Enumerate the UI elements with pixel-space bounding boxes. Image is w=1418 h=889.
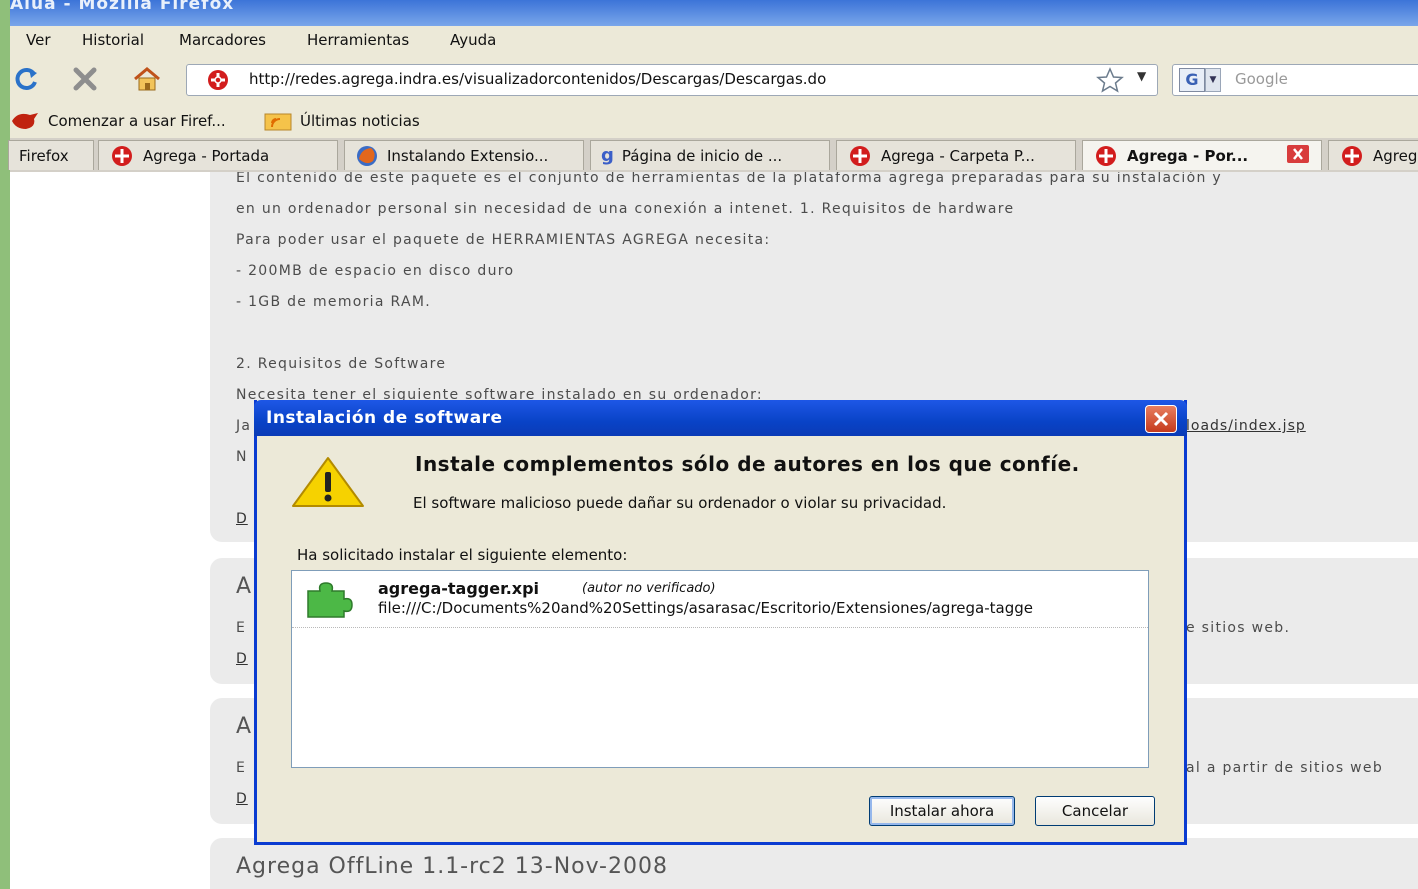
dialog-warning-text: El software malicioso puede dañar su ord… bbox=[413, 494, 947, 512]
url-text: http://redes.agrega.indra.es/visualizado… bbox=[249, 70, 827, 88]
paragraph-line: - 1GB de memoria RAM. bbox=[236, 294, 431, 310]
menu-herramientas[interactable]: Herramientas bbox=[307, 31, 409, 49]
tab-agrega-more[interactable]: Agreg bbox=[1328, 140, 1418, 170]
tab-pagina-inicio[interactable]: g Página de inicio de ... bbox=[590, 140, 830, 170]
tab-instalando-extensiones[interactable]: Instalando Extensio... bbox=[344, 140, 584, 170]
agrega-icon bbox=[850, 145, 870, 166]
bookmark-latest-news[interactable]: Últimas noticias bbox=[264, 111, 420, 131]
window-titlebar: Alua - Mozilla Firefox bbox=[10, 0, 1418, 26]
extension-path: file:///C:/Documents%20and%20Settings/as… bbox=[378, 599, 1033, 617]
tab-firefox[interactable]: Firefox bbox=[8, 140, 94, 170]
window-title: Alua - Mozilla Firefox bbox=[10, 0, 235, 14]
paragraph-line: Para poder usar el paquete de HERRAMIENT… bbox=[236, 232, 771, 248]
menu-historial[interactable]: Historial bbox=[82, 31, 144, 49]
firefox-icon bbox=[357, 145, 377, 166]
agrega-icon bbox=[1096, 145, 1116, 166]
extension-puzzle-icon bbox=[302, 579, 358, 623]
paragraph-line: - 200MB de espacio en disco duro bbox=[236, 263, 515, 279]
left-edge bbox=[0, 0, 10, 889]
tab-label: Agrega - Por... bbox=[1127, 146, 1249, 165]
tab-agrega-portal-active[interactable]: Agrega - Por... bbox=[1082, 140, 1322, 170]
bookmark-star-icon[interactable] bbox=[1095, 67, 1125, 97]
search-engine-icon[interactable]: G bbox=[1179, 68, 1205, 92]
tab-close-icon[interactable] bbox=[1287, 144, 1309, 167]
dialog-request-label: Ha solicitado instalar el siguiente elem… bbox=[297, 546, 628, 564]
url-bar[interactable]: http://redes.agrega.indra.es/visualizado… bbox=[186, 64, 1158, 96]
tab-agrega-portada[interactable]: Agrega - Portada bbox=[98, 140, 338, 170]
section-heading: Agrega OffLine 1.1-rc2 13-Nov-2008 bbox=[236, 854, 668, 879]
tab-label: Instalando Extensio... bbox=[387, 146, 549, 165]
site-icon bbox=[205, 69, 231, 95]
tab-label: Agrega - Carpeta P... bbox=[881, 146, 1035, 165]
section-heading-partial: A bbox=[236, 714, 253, 739]
extension-author-note: (autor no verificado) bbox=[582, 581, 716, 596]
menu-ayuda[interactable]: Ayuda bbox=[450, 31, 496, 49]
menu-ver[interactable]: Ver bbox=[26, 31, 51, 49]
search-bar[interactable]: G ▼ Google bbox=[1172, 64, 1418, 96]
install-now-button[interactable]: Instalar ahora bbox=[869, 796, 1015, 826]
bookmarks-toolbar: Comenzar a usar Firef... Últimas noticia… bbox=[10, 102, 1418, 138]
text-fragment: E bbox=[236, 760, 247, 776]
bookmark-label: Comenzar a usar Firef... bbox=[48, 112, 226, 130]
tab-bar: Firefox Agrega - Portada Instalando Exte… bbox=[8, 138, 1418, 173]
google-icon: g bbox=[601, 145, 614, 166]
rss-folder-icon bbox=[264, 113, 292, 131]
agrega-icon bbox=[112, 145, 132, 166]
section-heading-partial: A bbox=[236, 574, 253, 599]
tab-label: Agreg bbox=[1373, 146, 1418, 165]
download-link-partial[interactable]: D bbox=[236, 511, 248, 527]
download-link[interactable]: loads/index.jsp bbox=[1186, 418, 1306, 434]
tab-label: Página de inicio de ... bbox=[621, 146, 783, 165]
dialog-titlebar: Instalación de software bbox=[254, 400, 1187, 436]
bookmark-getting-started[interactable]: Comenzar a usar Firef... bbox=[10, 111, 226, 131]
text-fragment: al a partir de sitios web bbox=[1186, 760, 1384, 776]
bookmark-label: Últimas noticias bbox=[300, 112, 420, 130]
download-link-partial[interactable]: D bbox=[236, 791, 248, 807]
download-link-partial[interactable]: D bbox=[236, 651, 248, 667]
text-fragment: e sitios web. bbox=[1186, 620, 1291, 636]
cancel-button[interactable]: Cancelar bbox=[1035, 796, 1155, 826]
extension-name: agrega-tagger.xpi bbox=[378, 579, 540, 598]
paragraph-line: en un ordenador personal sin necesidad d… bbox=[236, 201, 1015, 217]
menu-bar: Ver Historial Marcadores Herramientas Ay… bbox=[10, 26, 1418, 56]
dialog-headline: Instale complementos sólo de autores en … bbox=[415, 452, 1080, 476]
search-engine-dropdown-icon[interactable]: ▼ bbox=[1205, 68, 1221, 92]
search-placeholder: Google bbox=[1235, 70, 1288, 88]
reload-icon[interactable] bbox=[10, 62, 44, 96]
stop-icon[interactable] bbox=[68, 62, 102, 96]
close-icon[interactable] bbox=[1145, 405, 1177, 433]
paragraph-line: 2. Requisitos de Software bbox=[236, 356, 447, 372]
agrega-icon bbox=[1342, 145, 1362, 166]
warning-icon bbox=[291, 456, 365, 512]
paragraph-line: El contenido de este paquete es el conju… bbox=[236, 172, 1222, 186]
install-item-list[interactable]: agrega-tagger.xpi (autor no verificado) … bbox=[291, 570, 1149, 768]
list-item[interactable]: agrega-tagger.xpi (autor no verificado) … bbox=[292, 571, 1148, 628]
text-fragment: Ja bbox=[236, 418, 252, 434]
text-fragment: E bbox=[236, 620, 247, 636]
dialog-title: Instalación de software bbox=[266, 408, 503, 428]
text-fragment: N bbox=[236, 449, 248, 465]
tab-agrega-carpeta[interactable]: Agrega - Carpeta P... bbox=[836, 140, 1076, 170]
navigation-toolbar: http://redes.agrega.indra.es/visualizado… bbox=[10, 56, 1418, 102]
firefox-bookmark-icon bbox=[12, 113, 38, 129]
home-icon[interactable] bbox=[130, 62, 164, 96]
menu-marcadores[interactable]: Marcadores bbox=[179, 31, 266, 49]
software-install-dialog: Instalación de software Instale compleme… bbox=[254, 400, 1187, 845]
tab-label: Firefox bbox=[19, 146, 69, 165]
history-dropdown-icon[interactable]: ▼ bbox=[1137, 69, 1146, 83]
tab-label: Agrega - Portada bbox=[143, 146, 270, 165]
